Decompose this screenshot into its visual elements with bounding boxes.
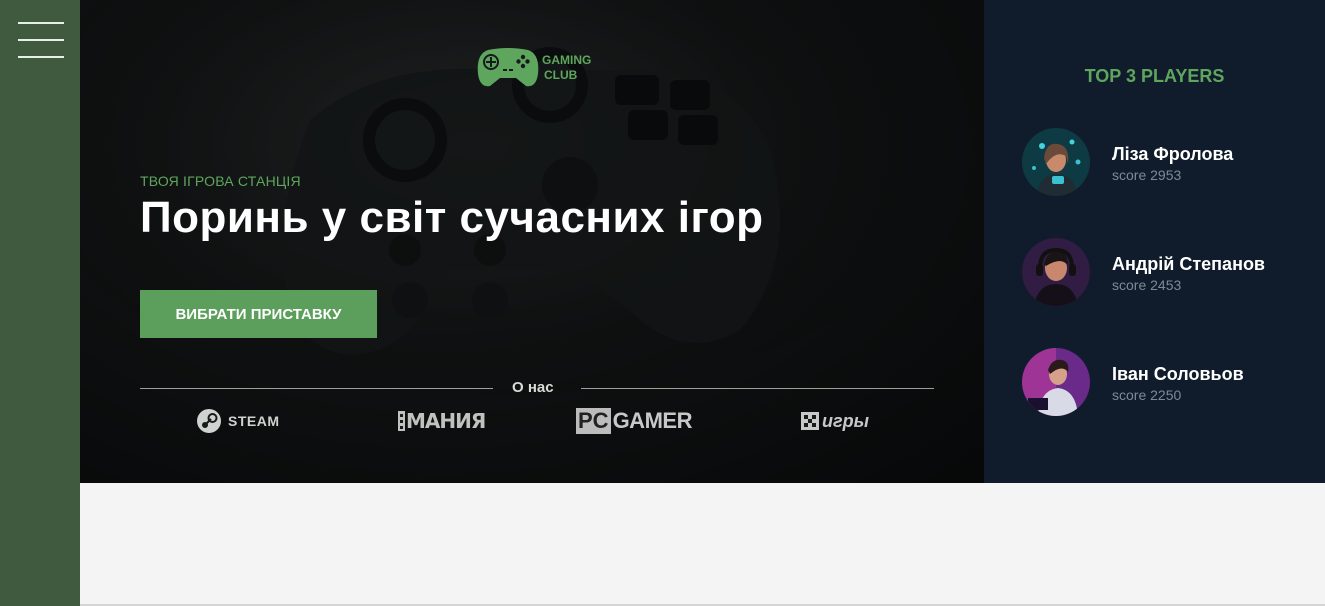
hero-subtitle: ТВОЯ ІГРОВА СТАНЦІЯ <box>140 173 301 189</box>
player-name: Андрій Степанов <box>1112 254 1265 274</box>
player-card[interactable]: Іван Соловьов score 2250 <box>1022 348 1322 418</box>
avatar <box>1022 348 1090 416</box>
player-score: score 2250 <box>1112 387 1182 403</box>
partner-igry[interactable]: игры <box>800 402 869 440</box>
divider <box>581 388 934 389</box>
hamburger-menu-icon[interactable] <box>18 22 64 58</box>
menu-bar <box>18 56 64 58</box>
divider <box>140 388 493 389</box>
player-card[interactable]: Ліза Фролова score 2953 <box>1022 128 1322 198</box>
menu-bar <box>18 39 64 41</box>
partner-igromania-label: МАНИЯ <box>406 409 486 433</box>
gamepad-logo-icon <box>477 48 539 87</box>
player-card[interactable]: Андрій Степанов score 2453 <box>1022 238 1322 308</box>
about-link[interactable]: О нас <box>512 379 554 396</box>
partner-steam-label: STEAM <box>228 413 280 429</box>
top-players-panel: TOP 3 PLAYERS Ліза Фролова score 2953 Ан… <box>984 0 1325 483</box>
partner-igromania[interactable]: МАНИЯ <box>398 402 486 440</box>
partner-igry-label: игры <box>822 410 869 431</box>
logo-text-line2: CLUB <box>544 68 578 82</box>
partner-steam[interactable]: STEAM <box>196 402 280 440</box>
hero-section: GAMING CLUB ТВОЯ ІГРОВА СТАНЦІЯ Поринь у… <box>80 0 984 483</box>
pcgamer-logo-gamer: GAMER <box>612 408 693 433</box>
player-score: score 2953 <box>1112 167 1182 183</box>
choose-console-button[interactable]: ВИБРАТИ ПРИСТАВКУ <box>140 290 377 338</box>
top-players-title: TOP 3 PLAYERS <box>1084 66 1225 86</box>
igry-logo <box>801 412 819 430</box>
hero-headline: Поринь у світ сучасних ігор <box>140 193 764 242</box>
partner-pcgamer[interactable]: PC GAMER <box>576 402 692 440</box>
steam-logo-icon <box>197 409 221 433</box>
player-name: Ліза Фролова <box>1112 144 1234 164</box>
menu-bar <box>18 22 64 24</box>
player-score: score 2453 <box>1112 277 1182 293</box>
pcgamer-logo-pc: PC <box>576 408 611 434</box>
avatar <box>1022 128 1090 196</box>
avatar <box>1022 238 1090 306</box>
gaming-club-logo[interactable]: GAMING CLUB <box>476 46 606 96</box>
sidebar <box>0 0 80 606</box>
logo-text-line1: GAMING <box>542 53 592 67</box>
logo-text: GAMING CLUB <box>542 53 591 83</box>
igromania-logo <box>398 411 405 431</box>
player-name: Іван Соловьов <box>1112 364 1244 384</box>
